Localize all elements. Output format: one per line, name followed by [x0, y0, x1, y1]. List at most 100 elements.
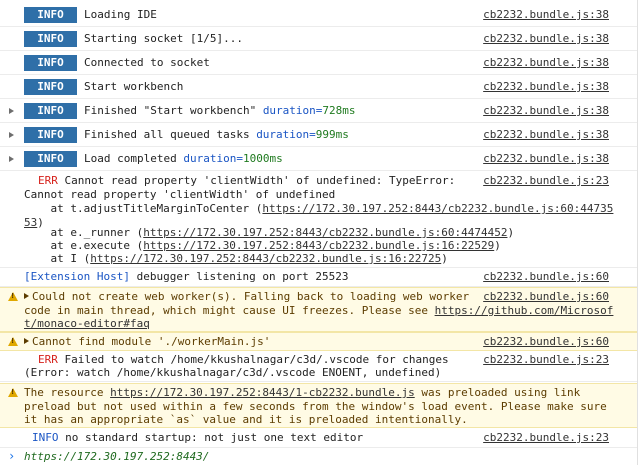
error-message: ERR Failed to watch /home/kkushalnagar/c…: [24, 353, 449, 367]
source-link[interactable]: cb2232.bundle.js:38: [483, 80, 609, 93]
err-label: ERR: [38, 174, 58, 187]
warning-line: code in main thread, which might cause U…: [24, 304, 613, 318]
console-input[interactable]: https://172.30.197.252:8443/: [24, 450, 209, 463]
faq-link[interactable]: https://github.com/Microsof: [435, 304, 614, 317]
source-link[interactable]: cb2232.bundle.js:23: [483, 353, 609, 366]
faq-link-wrap[interactable]: t/monaco-editor#faq: [24, 317, 150, 330]
stack-link[interactable]: https://172.30.197.252:8443/cb2232.bundl…: [143, 226, 507, 239]
log-message: Finished "Start workbench" duration=728m…: [84, 104, 356, 117]
stack-frame: at e.execute (https://172.30.197.252:844…: [24, 239, 501, 253]
error-line: (Error: watch /home/kkushalnagar/c3d/.vs…: [24, 366, 442, 379]
info-badge: INFO: [24, 127, 77, 143]
duration: duration=728ms: [263, 104, 356, 117]
warning-row[interactable]: Cannot find module './workerMain.js' cb2…: [0, 332, 637, 351]
log-message: [Extension Host] debugger listening on p…: [24, 270, 349, 284]
stack-suffix: ): [441, 252, 448, 265]
log-message: Finished all queued tasks duration=999ms: [84, 128, 349, 141]
warning-line: it has an appropriate `as` value and it …: [24, 413, 468, 426]
log-message: Load completed duration=1000ms: [84, 152, 283, 165]
warning-text: code in main thread, which might cause U…: [24, 304, 435, 317]
log-message: INFO no standard startup: not just one t…: [24, 431, 363, 445]
warning-line: t/monaco-editor#faq: [24, 317, 150, 331]
expand-triangle-icon[interactable]: [24, 338, 29, 344]
duration-key: duration=: [256, 128, 316, 141]
warning-message: Could not create web worker(s). Falling …: [24, 290, 469, 304]
log-row: [Extension Host] debugger listening on p…: [0, 268, 637, 287]
info-badge: INFO: [24, 79, 77, 95]
log-row: INFO Start workbench cb2232.bundle.js:38: [0, 75, 637, 99]
log-message: Start workbench: [84, 80, 184, 93]
source-link[interactable]: cb2232.bundle.js:60: [483, 335, 609, 348]
log-row[interactable]: INFO Finished "Start workbench" duration…: [0, 99, 637, 123]
warning-row[interactable]: Could not create web worker(s). Falling …: [0, 287, 637, 332]
source-link[interactable]: cb2232.bundle.js:38: [483, 152, 609, 165]
info-badge: INFO: [24, 103, 77, 119]
error-message: ERR Cannot read property 'clientWidth' o…: [24, 174, 455, 188]
source-link[interactable]: cb2232.bundle.js:38: [483, 8, 609, 21]
stack-link[interactable]: https://172.30.197.252:8443/cb2232.bundl…: [90, 252, 441, 265]
err-label: ERR: [38, 353, 58, 366]
expand-triangle-icon[interactable]: [24, 293, 29, 299]
duration-value: 728ms: [322, 104, 356, 117]
duration-key: duration=: [183, 152, 243, 165]
source-link[interactable]: cb2232.bundle.js:23: [483, 431, 609, 444]
warning-icon: [8, 337, 18, 346]
stack-frame: at e._runner (https://172.30.197.252:844…: [24, 226, 514, 240]
expand-triangle-icon[interactable]: [9, 132, 14, 138]
warning-message: The resource https://172.30.197.252:8443…: [24, 386, 580, 400]
stack-suffix: ): [507, 226, 515, 239]
source-link[interactable]: cb2232.bundle.js:60: [483, 270, 609, 283]
stack-suffix: ): [494, 239, 501, 252]
warning-row: The resource https://172.30.197.252:8443…: [0, 383, 637, 428]
warning-text: Could not create web worker(s). Falling …: [32, 290, 470, 303]
expand-triangle-icon[interactable]: [9, 108, 14, 114]
source-link[interactable]: cb2232.bundle.js:38: [483, 128, 609, 141]
log-text: no standard startup: not just one text e…: [58, 431, 364, 444]
source-link[interactable]: cb2232.bundle.js:38: [483, 56, 609, 69]
console-input-text[interactable]: https://172.30.197.252:8443/: [24, 450, 209, 463]
duration: duration=999ms: [256, 128, 349, 141]
log-message: Starting socket [1/5]...: [84, 32, 243, 45]
stack-frame: at I (https://172.30.197.252:8443/cb2232…: [24, 252, 448, 266]
stack-link[interactable]: https://172.30.197.252:8443/cb2232.bundl…: [143, 239, 494, 252]
error-line: Cannot read property 'clientWidth' of un…: [24, 188, 336, 201]
stack-prefix: at t.adjustTitleMarginToCenter (: [24, 202, 263, 215]
extension-host-tag: [Extension Host]: [24, 270, 130, 283]
source-link[interactable]: cb2232.bundle.js:60: [483, 290, 609, 303]
expand-triangle-icon[interactable]: [9, 156, 14, 162]
info-badge: INFO: [24, 7, 77, 23]
log-row[interactable]: INFO Finished all queued tasks duration=…: [0, 123, 637, 147]
log-text: debugger listening on port 25523: [129, 270, 349, 283]
error-row: cb2232.bundle.js:23 ERR Cannot read prop…: [0, 172, 637, 268]
log-row: INFO Connected to socket cb2232.bundle.j…: [0, 51, 637, 75]
source-link[interactable]: cb2232.bundle.js:23: [483, 174, 609, 187]
log-text: Finished "Start workbench": [84, 104, 263, 117]
log-row: INFO Loading IDE cb2232.bundle.js:38: [0, 3, 637, 27]
log-row: INFO no standard startup: not just one t…: [0, 429, 637, 448]
warning-text: Cannot find module './workerMain.js': [32, 335, 271, 348]
console-prompt[interactable]: › https://172.30.197.252:8443/: [0, 448, 637, 465]
error-line: Failed to watch /home/kkushalnagar/c3d/.…: [57, 353, 449, 366]
warning-message: Cannot find module './workerMain.js': [24, 335, 270, 349]
stack-prefix: at e._runner (: [24, 226, 144, 239]
warning-line: preload but not used within a few second…: [24, 400, 607, 413]
duration: duration=1000ms: [183, 152, 282, 165]
log-message: Connected to socket: [84, 56, 210, 69]
log-message: Loading IDE: [84, 8, 157, 21]
duration-value: 1000ms: [242, 152, 283, 165]
source-link[interactable]: cb2232.bundle.js:38: [483, 104, 609, 117]
stack-prefix: at I (: [24, 252, 91, 265]
info-badge: INFO: [24, 55, 77, 71]
log-row[interactable]: INFO Load completed duration=1000ms cb22…: [0, 147, 637, 171]
info-badge: INFO: [24, 151, 77, 167]
duration-key: duration=: [262, 104, 323, 117]
log-text: Load completed: [84, 152, 184, 165]
stack-frame: at t.adjustTitleMarginToCenter (https://…: [24, 202, 613, 216]
resource-link[interactable]: https://172.30.197.252:8443/1-cb2232.bun…: [110, 386, 415, 399]
log-text: Finished all queued tasks: [84, 128, 257, 141]
warning-text: The resource: [24, 386, 111, 399]
stack-link[interactable]: https://172.30.197.252:8443/cb2232.bundl…: [262, 202, 613, 215]
prompt-chevron-icon: ›: [8, 449, 16, 463]
source-link[interactable]: cb2232.bundle.js:38: [483, 32, 609, 45]
warning-text: was preloaded using link: [414, 386, 581, 399]
